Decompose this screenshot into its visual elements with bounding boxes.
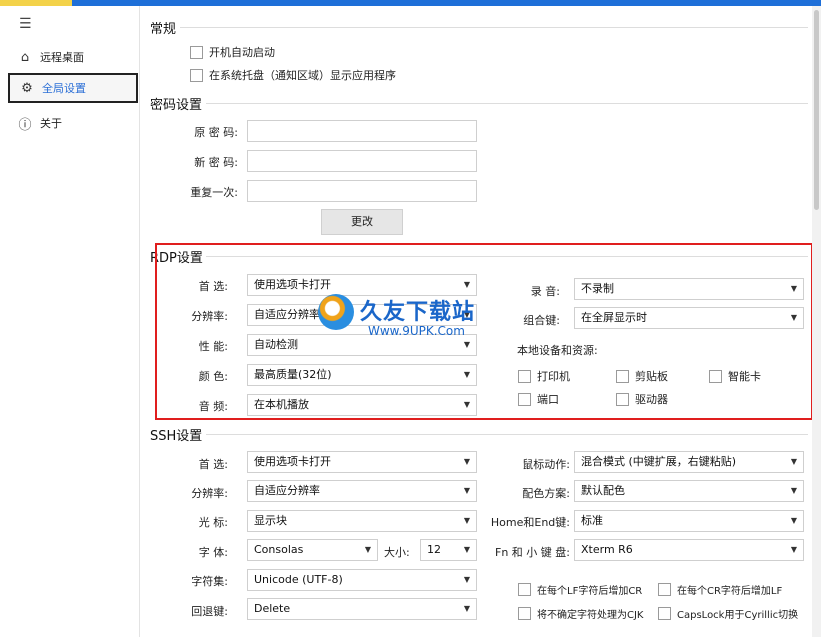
checkbox-box[interactable] bbox=[190, 45, 203, 59]
ssh-homeend-select[interactable]: 标准 ▼ bbox=[574, 510, 804, 532]
highlight-frame bbox=[155, 243, 813, 420]
ssh-backspace-select[interactable]: Delete ▼ bbox=[247, 598, 477, 620]
ssh-mouse-select[interactable]: 混合模式 (中键扩展，右键粘贴) ▼ bbox=[574, 451, 804, 473]
select-value: 使用选项卡打开 bbox=[254, 455, 331, 468]
checkbox-label: 在每个CR字符后增加LF bbox=[677, 586, 783, 597]
ssh-scheme-label: 配色方案: bbox=[522, 487, 570, 500]
ssh-scheme-select[interactable]: 默认配色 ▼ bbox=[574, 480, 804, 502]
repeat-password-input[interactable] bbox=[247, 180, 477, 202]
gear-icon: ⚙ bbox=[21, 80, 33, 96]
sidebar: ☰ ⌂ 远程桌面 ⚙ 全局设置 ⓘ 关于 bbox=[0, 6, 140, 637]
select-value: Consolas bbox=[254, 543, 304, 556]
select-value: Xterm R6 bbox=[581, 543, 633, 556]
old-password-label: 原 密 码: bbox=[194, 126, 238, 139]
section-divider bbox=[206, 103, 808, 104]
ssh-font-select[interactable]: Consolas ▼ bbox=[247, 539, 378, 561]
home-icon: ⌂ bbox=[20, 49, 30, 65]
hamburger-menu-icon[interactable]: ☰ bbox=[19, 16, 32, 32]
sidebar-item-remote-desktop[interactable]: ⌂ 远程桌面 bbox=[8, 42, 138, 72]
select-value: 自适应分辨率 bbox=[254, 484, 320, 497]
dropdown-arrow-icon: ▼ bbox=[790, 545, 797, 554]
sidebar-item-label: 远程桌面 bbox=[40, 51, 84, 64]
select-value: Delete bbox=[254, 602, 291, 615]
checkbox-label: 开机自动启动 bbox=[209, 46, 275, 59]
select-value: 标准 bbox=[581, 514, 603, 527]
ssh-size-label: 大小: bbox=[384, 546, 410, 559]
new-password-label: 新 密 码: bbox=[194, 156, 238, 169]
select-value: 混合模式 (中键扩展，右键粘贴) bbox=[581, 455, 737, 468]
ssh-mouse-label: 鼠标动作: bbox=[522, 458, 570, 471]
tray-checkbox[interactable]: 在系统托盘（通知区域）显示应用程序 bbox=[190, 67, 396, 83]
section-title-ssh: SSH设置 bbox=[150, 429, 203, 444]
sidebar-item-label: 关于 bbox=[40, 117, 62, 130]
select-value: 默认配色 bbox=[581, 484, 625, 497]
ssh-fn-label: Fn 和 小 键 盘: bbox=[495, 546, 570, 559]
old-password-input[interactable] bbox=[247, 120, 477, 142]
dropdown-arrow-icon: ▼ bbox=[790, 516, 797, 525]
cr-lf-checkbox[interactable]: 在每个CR字符后增加LF bbox=[658, 582, 782, 597]
section-divider bbox=[180, 27, 808, 28]
ssh-open-select[interactable]: 使用选项卡打开 ▼ bbox=[247, 451, 477, 473]
dropdown-arrow-icon: ▼ bbox=[790, 486, 797, 495]
section-divider bbox=[206, 434, 808, 435]
ssh-cursor-label: 光 标: bbox=[198, 516, 228, 529]
ssh-resolution-label: 分辨率: bbox=[191, 487, 228, 500]
ssh-backspace-label: 回退键: bbox=[191, 605, 228, 618]
vertical-scrollbar[interactable] bbox=[812, 6, 821, 637]
section-title-general: 常规 bbox=[150, 22, 177, 37]
ssh-fn-select[interactable]: Xterm R6 ▼ bbox=[574, 539, 804, 561]
cjk-checkbox[interactable]: 将不确定字符处理为CJK bbox=[518, 606, 644, 621]
checkbox-label: 在每个LF字符后增加CR bbox=[537, 586, 643, 597]
scrollbar-thumb[interactable] bbox=[814, 10, 819, 210]
checkbox-label: CapsLock用于Cyrillic切换 bbox=[677, 610, 799, 621]
info-icon: ⓘ bbox=[18, 117, 32, 133]
select-value: 12 bbox=[427, 543, 441, 556]
change-password-button[interactable]: 更改 bbox=[321, 209, 403, 235]
dropdown-arrow-icon: ▼ bbox=[463, 604, 470, 613]
dropdown-arrow-icon: ▼ bbox=[790, 457, 797, 466]
ssh-charset-label: 字符集: bbox=[191, 575, 228, 588]
dropdown-arrow-icon: ▼ bbox=[364, 545, 371, 554]
checkbox-box[interactable] bbox=[190, 68, 203, 82]
checkbox-box[interactable] bbox=[518, 607, 531, 620]
dropdown-arrow-icon: ▼ bbox=[463, 575, 470, 584]
sidebar-item-label: 全局设置 bbox=[42, 82, 86, 95]
ssh-cursor-select[interactable]: 显示块 ▼ bbox=[247, 510, 477, 532]
autostart-checkbox[interactable]: 开机自动启动 bbox=[190, 44, 275, 60]
checkbox-box[interactable] bbox=[658, 607, 671, 620]
repeat-password-label: 重复一次: bbox=[190, 186, 238, 199]
checkbox-label: 将不确定字符处理为CJK bbox=[537, 610, 644, 621]
capslock-checkbox[interactable]: CapsLock用于Cyrillic切换 bbox=[658, 606, 798, 621]
section-title-password: 密码设置 bbox=[150, 98, 203, 113]
ssh-charset-select[interactable]: Unicode (UTF-8) ▼ bbox=[247, 569, 477, 591]
ssh-homeend-label: Home和End键: bbox=[490, 516, 570, 529]
select-value: 显示块 bbox=[254, 514, 287, 527]
ssh-size-select[interactable]: 12 ▼ bbox=[420, 539, 477, 561]
dropdown-arrow-icon: ▼ bbox=[463, 457, 470, 466]
sidebar-item-about[interactable]: ⓘ 关于 bbox=[8, 108, 138, 138]
sidebar-item-global-settings[interactable]: ⚙ 全局设置 bbox=[8, 73, 138, 103]
ssh-open-label: 首 选: bbox=[198, 458, 228, 471]
ssh-font-label: 字 体: bbox=[198, 546, 228, 559]
checkbox-box[interactable] bbox=[658, 583, 671, 596]
new-password-input[interactable] bbox=[247, 150, 477, 172]
dropdown-arrow-icon: ▼ bbox=[463, 486, 470, 495]
select-value: Unicode (UTF-8) bbox=[254, 573, 343, 586]
lf-cr-checkbox[interactable]: 在每个LF字符后增加CR bbox=[518, 582, 642, 597]
checkbox-label: 在系统托盘（通知区域）显示应用程序 bbox=[209, 69, 396, 82]
checkbox-box[interactable] bbox=[518, 583, 531, 596]
ssh-resolution-select[interactable]: 自适应分辨率 ▼ bbox=[247, 480, 477, 502]
